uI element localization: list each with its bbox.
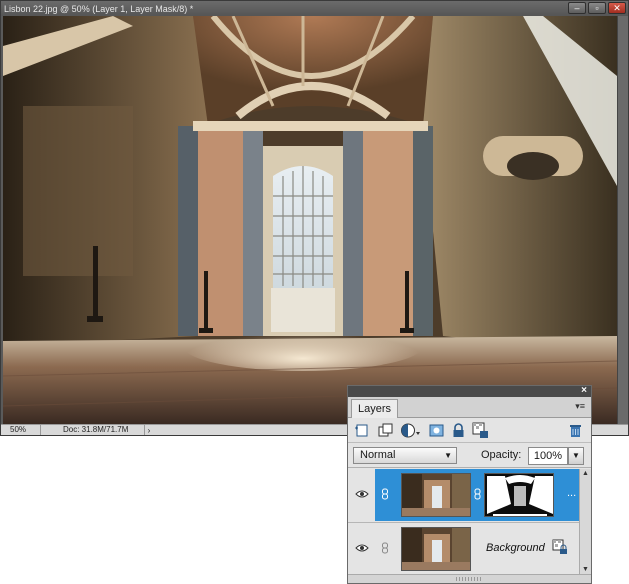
image-canvas[interactable] — [3, 16, 617, 424]
panel-tabbar: Layers ▾≡ — [348, 397, 591, 418]
lock-icon[interactable] — [450, 422, 467, 439]
add-mask-icon[interactable] — [428, 422, 445, 439]
trash-icon[interactable] — [567, 422, 584, 439]
mask-link-icon[interactable] — [474, 488, 481, 500]
layers-scrollbar[interactable]: ▲ ▼ — [579, 469, 591, 575]
layer-options-ellipsis[interactable]: ... — [567, 487, 576, 499]
lisbon-interior-photo — [3, 16, 617, 424]
resize-grip-icon[interactable] — [456, 577, 482, 581]
document-titlebar[interactable]: Lisbon 22.jpg @ 50% (Layer 1, Layer Mask… — [1, 1, 628, 16]
blend-mode-value: Normal — [360, 449, 396, 461]
panel-close-icon[interactable]: × — [581, 385, 587, 396]
panel-menu-icon[interactable]: ▾≡ — [575, 401, 585, 412]
layers-toolbar — [348, 418, 591, 443]
link-icon — [382, 542, 388, 554]
blend-row: Normal ▼ Opacity: 100% ▼ — [348, 443, 591, 468]
zoom-level-field[interactable]: 50% — [1, 425, 41, 435]
layer-thumbnail[interactable] — [401, 473, 471, 517]
panel-resize-footer[interactable] — [348, 574, 591, 583]
tab-layers[interactable]: Layers — [351, 399, 399, 418]
scroll-up-icon[interactable]: ▲ — [580, 469, 591, 479]
close-window-button[interactable]: ✕ — [608, 2, 626, 14]
layer-row-background[interactable]: Background — [348, 522, 580, 574]
visibility-eye-icon[interactable] — [355, 489, 369, 499]
layer-row-layer-1[interactable]: ... — [348, 469, 580, 521]
visibility-eye-icon[interactable] — [355, 543, 369, 553]
new-layer-icon[interactable] — [353, 422, 370, 439]
opacity-label: Opacity: — [481, 449, 522, 461]
document-window: Lisbon 22.jpg @ 50% (Layer 1, Layer Mask… — [0, 0, 629, 436]
restore-button[interactable]: ▫ — [588, 2, 606, 14]
layer-name-background[interactable]: Background — [486, 542, 545, 554]
minimize-button[interactable]: – — [568, 2, 586, 14]
layer-thumbnail[interactable] — [401, 527, 471, 571]
opacity-dropdown-button[interactable]: ▼ — [568, 447, 584, 465]
blend-mode-dropdown[interactable]: Normal ▼ — [353, 447, 457, 464]
panel-header[interactable]: × — [348, 385, 591, 397]
duplicate-layer-icon[interactable] — [377, 422, 394, 439]
link-icon — [382, 488, 388, 500]
layer-lock-icon — [552, 539, 567, 554]
layers-panel: × Layers ▾≡ Normal ▼ Opacity: 100% ▼ ...… — [347, 385, 592, 584]
chevron-down-icon: ▼ — [444, 451, 452, 460]
adjustment-layer-icon[interactable] — [400, 422, 422, 439]
lock-transparent-icon[interactable] — [472, 422, 489, 439]
vertical-scrollbar[interactable] — [617, 16, 628, 424]
window-controls: – ▫ ✕ — [568, 2, 626, 14]
opacity-input[interactable]: 100% — [528, 447, 568, 465]
status-menu-arrow-icon[interactable]: › — [145, 426, 153, 435]
layer-mask-thumbnail[interactable] — [484, 473, 554, 517]
layers-list: ... Background — [348, 469, 580, 575]
document-title: Lisbon 22.jpg @ 50% (Layer 1, Layer Mask… — [4, 3, 194, 14]
document-size: Doc: 31.8M/71.7M — [41, 425, 145, 435]
